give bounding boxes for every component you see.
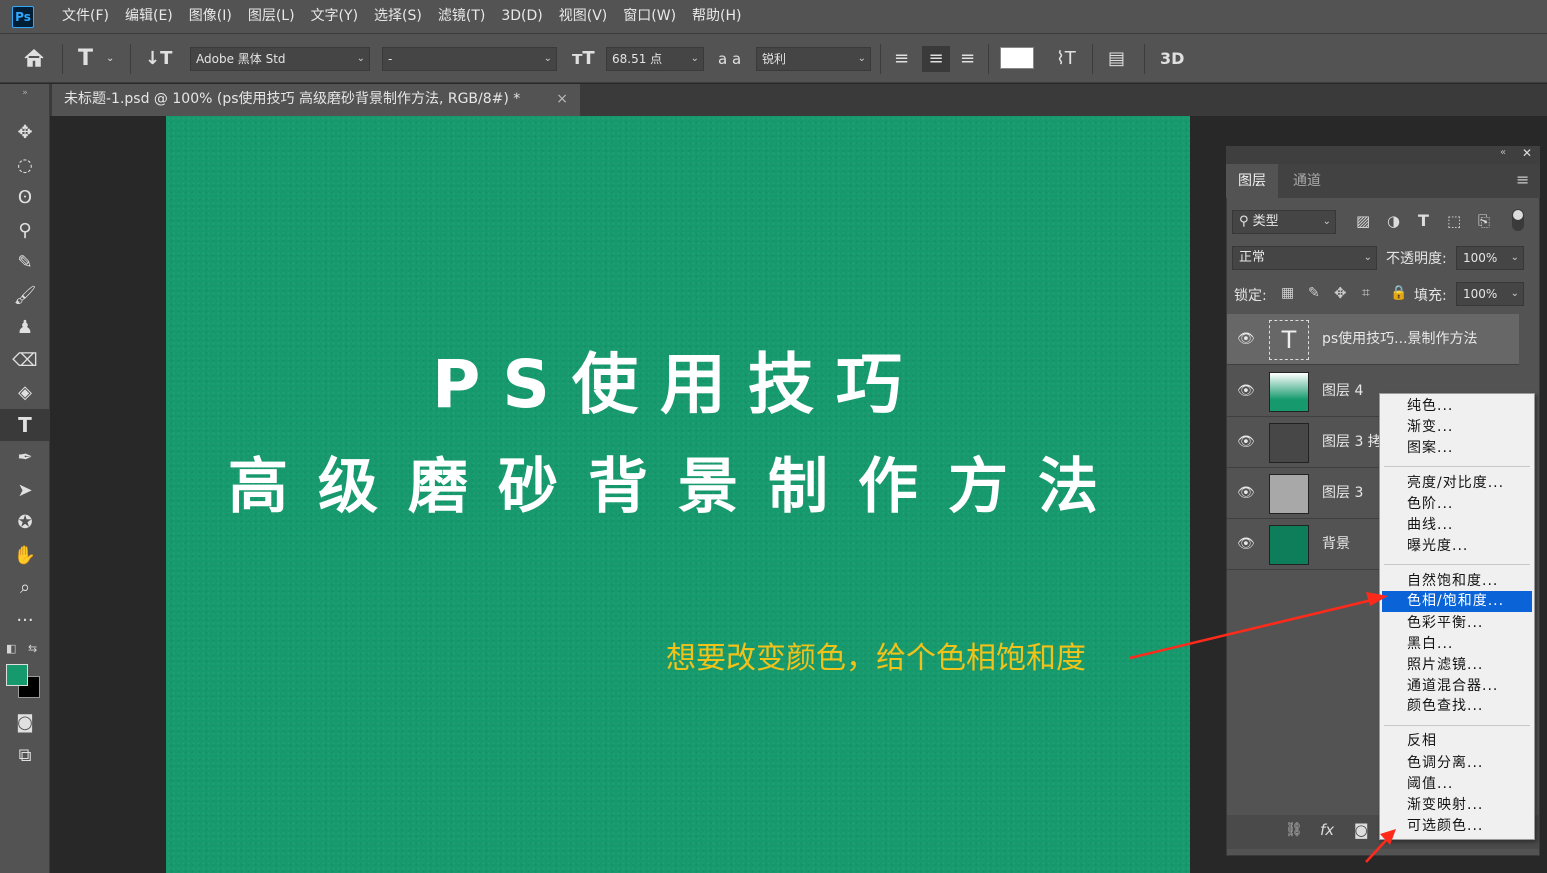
arrow-head xyxy=(1366,592,1388,606)
annotation-arrows xyxy=(1129,592,1396,863)
arrow-to-hue-saturation xyxy=(1129,598,1373,660)
